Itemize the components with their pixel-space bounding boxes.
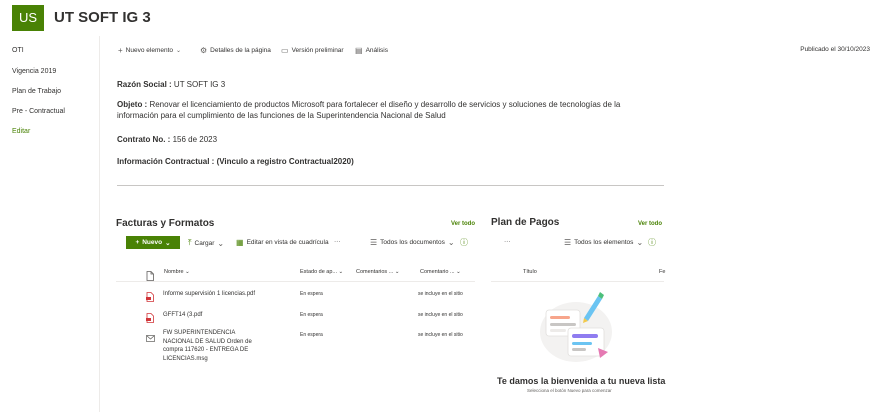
nav-item-plan-de-trabajo[interactable]: Plan de Trabajo [12, 88, 61, 95]
chevron-down-icon: ⌄ [165, 239, 171, 247]
row-file-name[interactable]: FW SUPERINTENDENCIA NACIONAL DE SALUD Or… [163, 329, 263, 363]
preview-button[interactable]: ▭ Versión preliminar [281, 46, 344, 55]
pagos-see-all-link[interactable]: Ver todo [638, 221, 662, 227]
divider [117, 185, 664, 186]
pagos-view-selector[interactable]: ☰ Todos los elementos ⌄ [564, 238, 643, 247]
info-icon: ⓘ [648, 238, 656, 247]
facturas-view-label: Todos los documentos [380, 239, 445, 246]
pagos-view-label: Todos los elementos [574, 239, 634, 246]
row-file-name[interactable]: GFFT14 (3.pdf [163, 311, 202, 320]
upload-label: Cargar [194, 239, 215, 247]
empty-list-illustration [540, 292, 612, 362]
pagos-info-button[interactable]: ⓘ [648, 237, 656, 248]
column-comentarios-label: Comentarios ... [356, 269, 394, 275]
email-file-icon [146, 330, 155, 342]
column-fe[interactable]: Fe [659, 269, 665, 275]
welcome-title: Te damos la bienvenida a tu nueva lista [497, 376, 666, 386]
contrato-value: 156 de 2023 [172, 135, 218, 144]
contrato-label: Contrato No. : [117, 135, 171, 144]
analytics-label: Análisis [365, 47, 388, 54]
published-date: Publicado el 30/10/2023 [800, 46, 870, 53]
page-details-label: Detalles de la página [210, 47, 271, 54]
row-comentario: se incluye en el sitio [418, 312, 463, 318]
page-details-button[interactable]: ⚙ Detalles de la página [200, 46, 271, 55]
razon-social-line: Razón Social : UT SOFT IG 3 [117, 80, 225, 89]
upload-icon: ⤒ [188, 238, 192, 247]
chevron-down-icon: ⌄ [447, 238, 455, 247]
facturas-more-button[interactable]: ··· [334, 238, 341, 245]
razon-social-value: UT SOFT IG 3 [173, 80, 226, 89]
grid-edit-button[interactable]: ▦ Editar en vista de cuadrícula [236, 238, 329, 247]
chevron-down-icon: ⌄ [176, 48, 182, 54]
column-comentarios[interactable]: Comentarios ... ⌄ [356, 269, 399, 275]
objeto-label: Objeto : [117, 100, 148, 109]
column-estado[interactable]: Estado de ap... ⌄ [300, 269, 343, 275]
row-comentario: se incluye en el sitio [418, 332, 463, 338]
pdf-file-icon [146, 289, 154, 302]
pagos-title[interactable]: Plan de Pagos [491, 217, 559, 228]
razon-social-label: Razón Social : [117, 80, 172, 89]
welcome-subtitle: Selecciona el botón Nuevo para comenzar [527, 388, 612, 393]
contrato-line: Contrato No. : 156 de 2023 [117, 135, 217, 144]
gear-icon: ⚙ [200, 46, 208, 55]
column-estado-label: Estado de ap... [300, 269, 337, 275]
nav-edit-link[interactable]: Editar [12, 128, 30, 135]
pagos-header-divider [491, 281, 664, 282]
preview-icon: ▭ [281, 46, 289, 55]
new-item-button[interactable]: + Nuevo elemento ⌄ [118, 46, 181, 55]
facturas-title[interactable]: Facturas y Formatos [116, 218, 214, 229]
plus-icon: + [135, 239, 140, 246]
column-comentario[interactable]: Comentario ... ⌄ [420, 269, 461, 275]
upload-button[interactable]: ⤒ Cargar ⌄ [188, 238, 224, 248]
pagos-more-button[interactable]: ··· [504, 238, 511, 245]
info-icon: ⓘ [460, 238, 468, 247]
row-file-name[interactable]: Informe supervisión 1 licencias.pdf [163, 290, 255, 299]
row-estado: En espera [300, 312, 323, 318]
new-document-button[interactable]: + Nuevo ⌄ [126, 236, 180, 249]
new-item-label: Nuevo elemento [125, 47, 174, 54]
chevron-down-icon: ⌄ [217, 238, 225, 248]
left-navigation: OTI Vigencia 2019 Plan de Trabajo Pre - … [0, 36, 100, 412]
chevron-down-icon: ⌄ [636, 238, 644, 247]
site-title[interactable]: UT SOFT IG 3 [54, 9, 151, 26]
column-comentario-label: Comentario ... [420, 269, 455, 275]
site-header: US UT SOFT IG 3 [0, 0, 880, 36]
row-comentario: se incluye en el sitio [418, 291, 463, 297]
analytics-button[interactable]: ▤ Análisis [355, 46, 388, 55]
new-document-label: Nuevo [142, 239, 163, 246]
column-titulo[interactable]: Título [523, 269, 537, 275]
analytics-icon: ▤ [355, 46, 363, 55]
objeto-value: Renovar el licenciamiento de productos M… [117, 100, 621, 120]
view-filter-icon: ☰ [370, 238, 378, 247]
plus-icon: + [118, 46, 123, 55]
pdf-file-icon [146, 310, 154, 323]
file-type-header-icon[interactable] [146, 268, 154, 281]
column-nombre[interactable]: Nombre ⌄ [164, 269, 190, 275]
grid-edit-label: Editar en vista de cuadrícula [246, 239, 329, 246]
view-filter-icon: ☰ [564, 238, 572, 247]
facturas-see-all-link[interactable]: Ver todo [451, 221, 475, 227]
info-contractual-line: Información Contractual : (Vinculo a reg… [117, 157, 354, 166]
objeto-line: Objeto : Renovar el licenciamiento de pr… [117, 100, 637, 121]
row-estado: En espera [300, 332, 323, 338]
row-estado: En espera [300, 291, 323, 297]
facturas-view-selector[interactable]: ☰ Todos los documentos ⌄ [370, 238, 455, 247]
info-contractual-label[interactable]: Información Contractual : (Vinculo a reg… [117, 157, 354, 166]
grid-icon: ▦ [236, 238, 244, 247]
nav-item-pre-contractual[interactable]: Pre - Contractual [12, 108, 65, 115]
nav-item-vigencia-2019[interactable]: Vigencia 2019 [12, 68, 56, 75]
facturas-header-divider [116, 281, 475, 282]
column-nombre-label: Nombre [164, 269, 184, 275]
site-logo[interactable]: US [12, 5, 44, 31]
nav-item-oti[interactable]: OTI [12, 47, 24, 54]
preview-label: Versión preliminar [291, 47, 344, 54]
facturas-info-button[interactable]: ⓘ [460, 237, 468, 248]
